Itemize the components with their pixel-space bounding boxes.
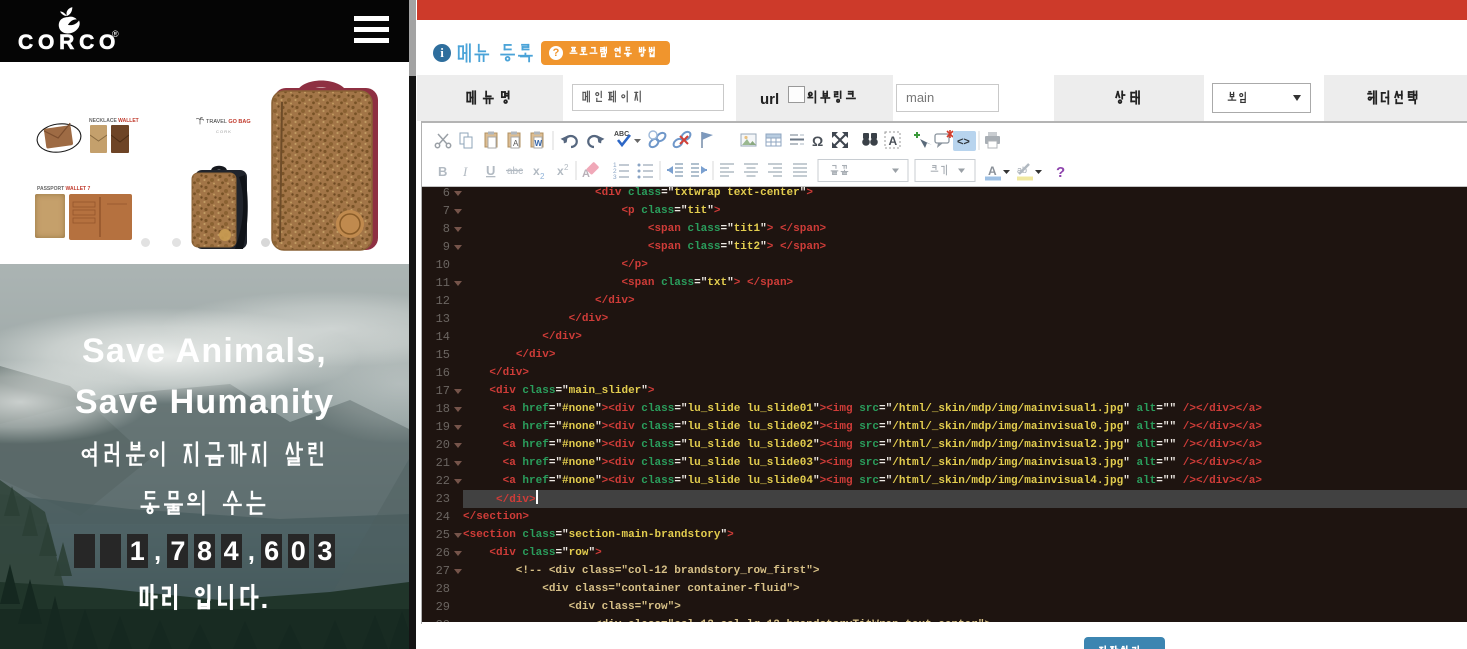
svg-text:2: 2: [540, 172, 545, 181]
svg-text:x: x: [533, 164, 540, 178]
svg-text:U: U: [486, 163, 495, 178]
svg-text:Ω: Ω: [812, 133, 823, 149]
svg-text:W: W: [535, 139, 543, 148]
svg-text:2: 2: [564, 163, 569, 172]
svg-text:A: A: [513, 139, 519, 148]
svg-text:?: ?: [1056, 164, 1065, 181]
svg-text:3: 3: [613, 174, 617, 181]
svg-text:A: A: [889, 134, 898, 148]
svg-text:B: B: [438, 164, 447, 179]
svg-text:abc: abc: [507, 166, 523, 177]
svg-text:<>: <>: [957, 136, 970, 148]
svg-text:I: I: [462, 164, 468, 179]
svg-text:A: A: [988, 164, 997, 178]
svg-text:x: x: [557, 164, 564, 178]
